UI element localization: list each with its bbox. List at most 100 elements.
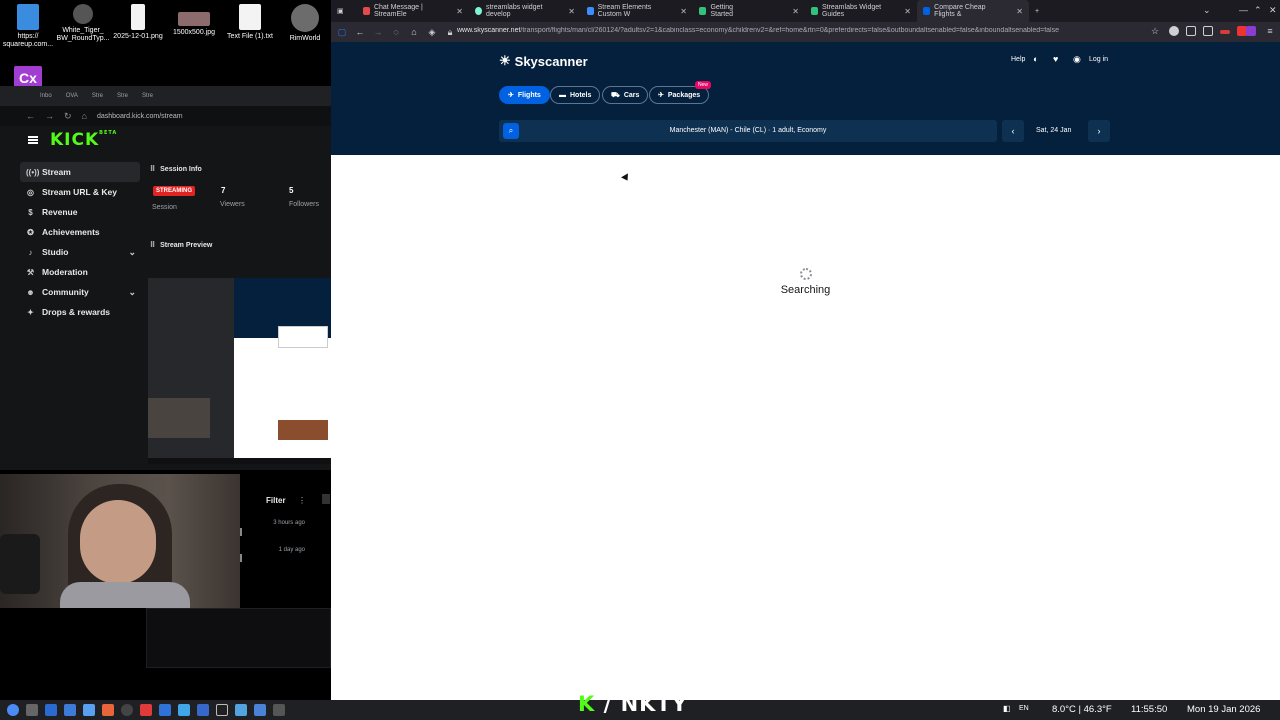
- bookmark-star-icon[interactable]: ☆: [1146, 26, 1164, 37]
- search-summary-bar[interactable]: ⌕ Manchester (MAN) - Chile (CL) · 1 adul…: [499, 120, 997, 142]
- extension-icon[interactable]: [1203, 26, 1213, 36]
- taskbar-app-icon[interactable]: [178, 704, 190, 716]
- sidebar-item-achievements[interactable]: ✪ Achievements: [20, 222, 140, 242]
- menu-icon[interactable]: [28, 136, 38, 144]
- back-icon[interactable]: ←: [351, 27, 369, 37]
- desktop-icon-png[interactable]: 2025-12-01.png: [110, 4, 166, 41]
- kick-url-text[interactable]: dashboard.kick.com/stream: [97, 113, 183, 120]
- browser-tab[interactable]: Streamlabs Widget Guides ✕: [805, 0, 917, 22]
- skyscanner-logo[interactable]: ☀︎ Skyscanner: [499, 53, 588, 69]
- taskbar-app-icon[interactable]: [140, 704, 152, 716]
- browser-tab[interactable]: Chat Message | StreamEle ✕: [357, 0, 469, 22]
- taskbar-app-icon[interactable]: [64, 704, 76, 716]
- browser-tab[interactable]: streamlabs widget develop ✕: [469, 0, 581, 22]
- close-icon[interactable]: ✕: [568, 7, 575, 16]
- tab-list-icon[interactable]: ▣: [331, 0, 357, 22]
- home-icon[interactable]: ⌂: [405, 27, 423, 37]
- close-icon[interactable]: ✕: [904, 7, 911, 16]
- kick-tab[interactable]: OVA: [66, 93, 78, 99]
- stream-preview-video[interactable]: [148, 278, 331, 464]
- desktop-icon-white-tiger[interactable]: White_Tiger_ BW_RoundTyp...: [55, 4, 111, 43]
- minimize-icon[interactable]: —: [1239, 5, 1248, 15]
- account-icon[interactable]: ◉: [1073, 54, 1081, 65]
- kick-tab[interactable]: Stre: [92, 93, 103, 99]
- taskbar-app-icon[interactable]: [235, 704, 247, 716]
- desktop-icon-squareup[interactable]: https:// squareup.com...: [0, 4, 56, 49]
- taskbar-app-icon[interactable]: [102, 704, 114, 716]
- close-icon[interactable]: ✕: [1016, 7, 1023, 16]
- extension-icon[interactable]: [1186, 26, 1196, 36]
- filter-button[interactable]: Filter: [266, 496, 286, 505]
- close-window-icon[interactable]: ✕: [1269, 5, 1277, 16]
- taskbar-app-icon[interactable]: [197, 704, 209, 716]
- taskbar-app-icon[interactable]: [254, 704, 266, 716]
- kick-tab[interactable]: Stre: [117, 93, 128, 99]
- menu-icon[interactable]: ≡: [1261, 26, 1279, 36]
- sidebar-item-moderation[interactable]: ⚒ Moderation: [20, 262, 140, 282]
- sidebar-item-stream[interactable]: ((•)) Stream: [20, 162, 140, 182]
- taskbar-app-icon[interactable]: [83, 704, 95, 716]
- keyboard-language[interactable]: EN: [1019, 705, 1029, 712]
- maximize-icon[interactable]: ⌃: [1254, 5, 1262, 16]
- sidebar-item-stream-url-key[interactable]: ◎ Stream URL & Key: [20, 182, 140, 202]
- tray-icons[interactable]: ◧: [1003, 704, 1011, 713]
- desktop-icon-rimworld[interactable]: RimWorld: [277, 4, 333, 43]
- clock-date[interactable]: Mon 19 Jan 2026: [1187, 704, 1260, 715]
- taskbar-app-icon[interactable]: [159, 704, 171, 716]
- close-icon[interactable]: ✕: [792, 7, 799, 16]
- previous-date-button[interactable]: ‹: [1002, 120, 1024, 142]
- extension-icon[interactable]: [1169, 26, 1179, 36]
- weather-readout[interactable]: 8.0°C | 46.3°F: [1052, 704, 1112, 715]
- globe-icon[interactable]: ◐: [1033, 54, 1038, 64]
- back-icon[interactable]: ←: [26, 111, 35, 121]
- loading-indicator: Searching: [331, 268, 1280, 296]
- tab-hotels[interactable]: ▬ Hotels: [550, 86, 601, 104]
- taskbar-app-icon[interactable]: [45, 704, 57, 716]
- heart-icon[interactable]: ♥: [1053, 54, 1058, 64]
- sidebar-item-drops-rewards[interactable]: ✦ Drops & rewards: [20, 302, 140, 322]
- sidebar-item-revenue[interactable]: $ Revenue: [20, 202, 140, 222]
- forward-icon[interactable]: →: [45, 111, 54, 121]
- more-options-icon[interactable]: ⋮: [298, 496, 306, 505]
- tab-label: Packages: [667, 91, 701, 99]
- preview-card: [278, 326, 328, 348]
- desktop-icon-jpg[interactable]: 1500x500.jpg: [166, 4, 222, 37]
- taskbar-app-icon[interactable]: [121, 704, 133, 716]
- help-link[interactable]: Help: [1011, 56, 1025, 63]
- kick-logo[interactable]: KICKBETA: [50, 130, 117, 150]
- clock-time[interactable]: 11:55:50: [1131, 704, 1167, 715]
- loading-icon[interactable]: ◌: [387, 27, 405, 37]
- sidebar-item-community[interactable]: ☻ Community ⌄: [20, 282, 140, 302]
- login-link[interactable]: Log in: [1089, 56, 1108, 63]
- url-field[interactable]: www.skyscanner.net/transport/flights/man…: [457, 27, 1107, 34]
- next-date-button[interactable]: ›: [1088, 120, 1110, 142]
- taskbar-app-icon[interactable]: [26, 704, 38, 716]
- extension-icon[interactable]: [1220, 30, 1230, 34]
- start-menu-icon[interactable]: [7, 704, 19, 716]
- browser-tab[interactable]: Getting Started ✕: [693, 0, 805, 22]
- taskbar-app-icon[interactable]: [216, 704, 228, 716]
- tracking-shield-icon[interactable]: ◈: [423, 27, 441, 38]
- browser-tab[interactable]: Stream Elements Custom W ✕: [581, 0, 693, 22]
- taskbar-app-icon[interactable]: [273, 704, 285, 716]
- tab-flights[interactable]: ✈ Flights: [499, 86, 550, 104]
- reload-icon[interactable]: ↻: [64, 111, 72, 122]
- sidebar-toggle-icon[interactable]: ▢: [333, 27, 351, 38]
- tab-cars[interactable]: ⛟ Cars: [602, 86, 649, 104]
- chevron-down-icon[interactable]: ⌄: [1203, 5, 1211, 16]
- selected-date[interactable]: Sat, 24 Jan: [1036, 127, 1071, 134]
- close-icon[interactable]: ✕: [680, 7, 687, 16]
- panel-icon[interactable]: [322, 494, 330, 504]
- forward-icon[interactable]: →: [369, 27, 387, 37]
- desktop-icon-textfile[interactable]: Text File (1).txt: [222, 4, 278, 41]
- extension-icon[interactable]: [1246, 26, 1256, 36]
- drag-handle-icon[interactable]: ⠿: [150, 241, 155, 249]
- sidebar-item-studio[interactable]: ♪ Studio ⌄: [20, 242, 140, 262]
- close-icon[interactable]: ✕: [456, 7, 463, 16]
- new-tab-button[interactable]: +: [1029, 0, 1049, 22]
- home-icon[interactable]: ⌂: [82, 111, 87, 121]
- drag-handle-icon[interactable]: ⠿: [150, 165, 155, 173]
- kick-tab[interactable]: Stre: [142, 93, 153, 99]
- browser-tab-active[interactable]: Compare Cheap Flights & ✕: [917, 0, 1029, 22]
- kick-tab[interactable]: Inbo: [40, 93, 52, 99]
